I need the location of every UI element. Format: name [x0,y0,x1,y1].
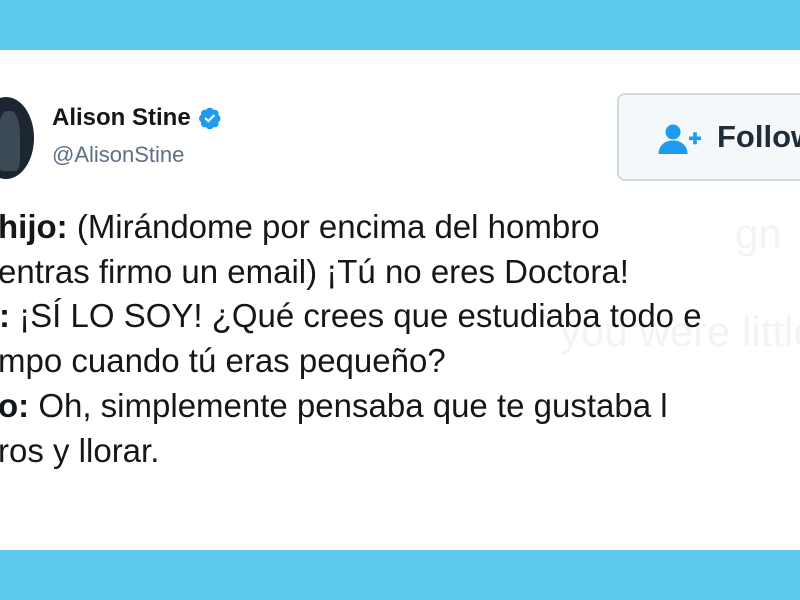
user-name-row: Alison Stine [52,104,222,132]
tweet-line-1: hijo: (Mirándome por encima del hombro [0,205,600,250]
speaker-label: o: [0,386,30,424]
display-name[interactable]: Alison Stine [52,104,191,132]
profile-avatar[interactable] [0,97,34,179]
line-text: ros y llorar. [0,431,160,469]
speaker-label: hijo: [0,208,68,245]
tweet-line-6: ros y llorar. [0,429,159,474]
follow-person-plus-icon [658,124,701,154]
line-text: (Mirándome por encima del hombro [67,208,600,245]
line-text: entras firmo un email) ¡Tú no eres Docto… [0,252,629,290]
follow-button[interactable]: Follow [617,93,800,181]
tweet-card: gn you were little Alison Stine @AlisonS… [0,50,800,550]
tweet-line-2: entras firmo un email) ¡Tú no eres Docto… [0,250,629,295]
verified-badge-icon [198,107,221,130]
line-text: mpo cuando tú eras pequeño? [0,342,446,380]
tweet-line-5: o: Oh, simplemente pensaba que te gustab… [0,384,668,429]
line-text: Oh, simplemente pensaba que te gustaba l [29,386,668,424]
user-handle[interactable]: @AlisonStine [52,142,184,168]
tweet-line-3: : ¡SÍ LO SOY! ¿Qué crees que estudiaba t… [0,294,702,339]
speaker-label: : [0,297,10,335]
line-text: ¡SÍ LO SOY! ¿Qué crees que estudiaba tod… [10,297,702,335]
follow-button-label: Follow [717,119,800,154]
tweet-line-4: mpo cuando tú eras pequeño? [0,339,446,384]
